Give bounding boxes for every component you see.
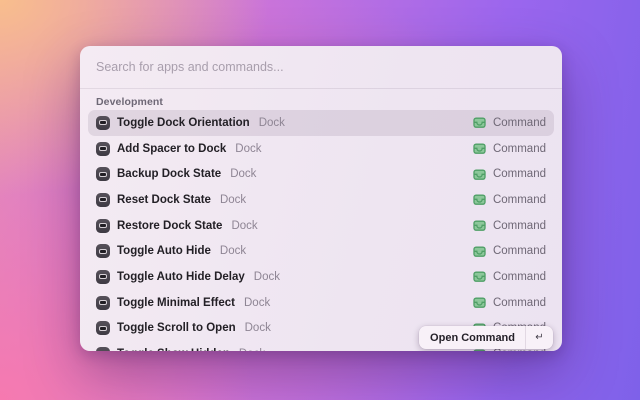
search-divider (80, 88, 562, 89)
command-row[interactable]: Reset Dock State Dock Command (88, 187, 554, 213)
dock-app-icon (96, 296, 110, 310)
command-title: Toggle Auto Hide (117, 245, 211, 257)
command-title: Toggle Minimal Effect (117, 297, 235, 309)
command-type-label: Command (493, 143, 546, 155)
command-subtitle: Dock (235, 143, 261, 155)
inbox-icon (473, 117, 486, 128)
command-type-label: Command (493, 271, 546, 283)
command-accessory: Command (473, 117, 546, 129)
search-bar (80, 46, 562, 88)
command-subtitle: Dock (220, 194, 246, 206)
command-row[interactable]: Backup Dock State Dock Command (88, 161, 554, 187)
dock-app-icon (96, 347, 110, 351)
dock-app-icon (96, 193, 110, 207)
command-row[interactable]: Toggle Minimal Effect Dock Command (88, 290, 554, 316)
command-title: Toggle Show Hidden (117, 348, 230, 351)
open-command-tooltip[interactable]: Open Command ↵ (419, 326, 553, 349)
command-title: Add Spacer to Dock (117, 143, 226, 155)
command-type-label: Command (493, 168, 546, 180)
command-subtitle: Dock (259, 117, 285, 129)
command-title: Restore Dock State (117, 220, 222, 232)
command-subtitle: Dock (230, 168, 256, 180)
dock-app-icon (96, 167, 110, 181)
command-accessory: Command (473, 143, 546, 155)
command-list: Toggle Dock Orientation Dock Command Add… (80, 110, 562, 351)
command-row[interactable]: Toggle Dock Orientation Dock Command (88, 110, 554, 136)
command-subtitle: Dock (239, 348, 265, 351)
desktop-background: Development Toggle Dock Orientation Dock… (0, 0, 640, 400)
inbox-icon (473, 143, 486, 154)
dock-app-icon (96, 270, 110, 284)
command-type-label: Command (493, 245, 546, 257)
inbox-icon (473, 246, 486, 257)
launcher-window: Development Toggle Dock Orientation Dock… (80, 46, 562, 351)
inbox-icon (473, 169, 486, 180)
command-subtitle: Dock (254, 271, 280, 283)
command-title: Reset Dock State (117, 194, 211, 206)
command-subtitle: Dock (220, 245, 246, 257)
command-accessory: Command (473, 297, 546, 309)
command-row[interactable]: Add Spacer to Dock Dock Command (88, 136, 554, 162)
dock-app-icon (96, 244, 110, 258)
command-title: Toggle Scroll to Open (117, 322, 236, 334)
command-type-label: Command (493, 220, 546, 232)
dock-app-icon (96, 142, 110, 156)
command-subtitle: Dock (245, 322, 271, 334)
command-type-label: Command (493, 297, 546, 309)
command-title: Toggle Auto Hide Delay (117, 271, 245, 283)
command-subtitle: Dock (244, 297, 270, 309)
dock-app-icon (96, 219, 110, 233)
command-title: Backup Dock State (117, 168, 221, 180)
command-row[interactable]: Toggle Auto Hide Delay Dock Command (88, 264, 554, 290)
command-accessory: Command (473, 245, 546, 257)
command-title: Toggle Dock Orientation (117, 117, 250, 129)
search-input[interactable] (96, 60, 546, 74)
command-row[interactable]: Restore Dock State Dock Command (88, 213, 554, 239)
command-accessory: Command (473, 220, 546, 232)
tooltip-label: Open Command (430, 332, 515, 344)
enter-key-icon: ↵ (526, 332, 553, 343)
command-accessory: Command (473, 168, 546, 180)
command-accessory: Command (473, 271, 546, 283)
command-row[interactable]: Toggle Auto Hide Dock Command (88, 238, 554, 264)
command-accessory: Command (473, 194, 546, 206)
inbox-icon (473, 220, 486, 231)
command-type-label: Command (493, 194, 546, 206)
inbox-icon (473, 297, 486, 308)
section-header-development: Development (96, 96, 546, 108)
inbox-icon (473, 194, 486, 205)
dock-app-icon (96, 321, 110, 335)
command-type-label: Command (493, 117, 546, 129)
inbox-icon (473, 271, 486, 282)
dock-app-icon (96, 116, 110, 130)
command-subtitle: Dock (231, 220, 257, 232)
